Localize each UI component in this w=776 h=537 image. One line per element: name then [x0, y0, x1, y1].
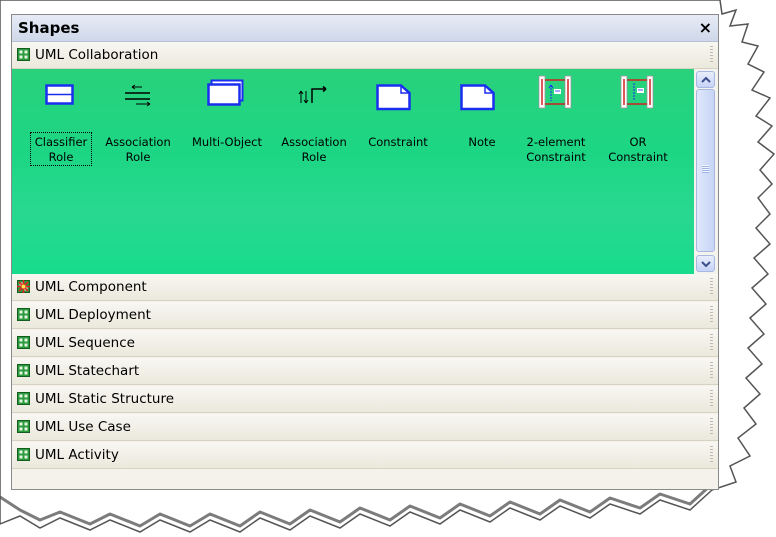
shape-label-line1: Multi-Object: [191, 135, 263, 149]
stencil-icon: [17, 336, 30, 349]
shape-label-line1: OR: [629, 135, 647, 149]
window-title: Shapes: [18, 19, 80, 37]
shape-label-line1: 2-element: [526, 135, 586, 149]
stencil-label: UML Use Case: [35, 419, 131, 435]
shape-label-line1: Classifier: [34, 135, 88, 149]
stencil-header-uml-statechart[interactable]: UML Statechart: [12, 358, 718, 385]
grip-handle: [710, 334, 713, 352]
scroll-thumb-grip: [702, 165, 709, 173]
stencil-icon: [17, 392, 30, 405]
association-role-icon: [125, 84, 151, 107]
stencil-label: UML Deployment: [35, 307, 151, 323]
stencil-header-uml-deployment[interactable]: UML Deployment: [12, 302, 718, 329]
shape-two-element-constraint[interactable]: 2-element Constraint: [516, 69, 596, 199]
chevron-up-icon: [701, 76, 711, 83]
stencil-label: UML Sequence: [35, 335, 135, 351]
stencil-icon: [17, 420, 30, 433]
note-icon: [460, 84, 495, 111]
shape-label-line2: Constraint: [526, 150, 586, 164]
stencil-header-uml-collaboration[interactable]: UML Collaboration: [12, 42, 718, 69]
shape-label-line1: Note: [468, 135, 496, 149]
stencil-icon: [17, 448, 30, 461]
stencil-label: UML Collaboration: [35, 47, 159, 63]
chevron-down-icon: [701, 261, 711, 268]
shape-label-line2: Role: [301, 150, 327, 164]
shape-label-line2: Role: [125, 150, 151, 164]
grip-handle: [710, 278, 713, 296]
classifier-role-icon: [45, 84, 74, 105]
stencil-label: UML Component: [35, 279, 147, 295]
shape-note[interactable]: Note: [442, 69, 522, 199]
component-stencil-icon: [17, 280, 30, 293]
vertical-scrollbar[interactable]: [694, 69, 718, 274]
shapes-area: Classifier Role Association Role Multi-O…: [12, 69, 694, 274]
scroll-down-button[interactable]: [696, 255, 715, 272]
shape-classifier-role[interactable]: Classifier Role: [21, 69, 101, 199]
shape-label-line1: Association: [105, 135, 171, 149]
shape-label-line1: Association: [281, 135, 347, 149]
shapes-window: Shapes × UML Collaboration Classifier Ro…: [11, 14, 719, 490]
shape-label-line2: Constraint: [608, 150, 668, 164]
grip-handle: [710, 418, 713, 436]
grip-handle: [710, 446, 713, 464]
stencil-label: UML Static Structure: [35, 391, 175, 407]
stencil-icon: [17, 308, 30, 321]
stencil-header-uml-sequence[interactable]: UML Sequence: [12, 330, 718, 357]
scroll-thumb[interactable]: [696, 89, 715, 252]
title-bar: Shapes ×: [12, 15, 718, 42]
shape-or-constraint[interactable]: OR Constraint: [598, 69, 678, 199]
constraint-icon: [376, 84, 411, 111]
scroll-up-button[interactable]: [696, 71, 715, 88]
stencil-icon: [17, 48, 30, 61]
shape-label-line1: Constraint: [368, 135, 428, 149]
stencil-header-uml-static-structure[interactable]: UML Static Structure: [12, 386, 718, 413]
stencil-label: UML Statechart: [35, 363, 140, 379]
grip-handle: [710, 306, 713, 324]
grip-handle: [710, 362, 713, 380]
multi-object-icon: [207, 79, 244, 106]
shape-multi-object[interactable]: Multi-Object: [187, 69, 267, 199]
shape-constraint[interactable]: Constraint: [358, 69, 438, 199]
stencil-header-uml-component[interactable]: UML Component: [12, 274, 718, 301]
two-element-constraint-icon: [538, 75, 572, 109]
stencil-header-uml-activity[interactable]: UML Activity: [12, 442, 718, 469]
association-role-2-icon: [298, 85, 327, 104]
stencil-header-uml-use-case[interactable]: UML Use Case: [12, 414, 718, 441]
or-constraint-icon: [620, 75, 654, 109]
grip-handle: [710, 46, 713, 64]
close-icon[interactable]: ×: [699, 18, 712, 37]
shape-association-role-2[interactable]: Association Role: [274, 69, 354, 199]
shape-label-line2: Role: [48, 150, 74, 164]
grip-handle: [710, 390, 713, 408]
stencil-label: UML Activity: [35, 447, 119, 463]
shape-association-role[interactable]: Association Role: [98, 69, 178, 199]
stencil-icon: [17, 364, 30, 377]
